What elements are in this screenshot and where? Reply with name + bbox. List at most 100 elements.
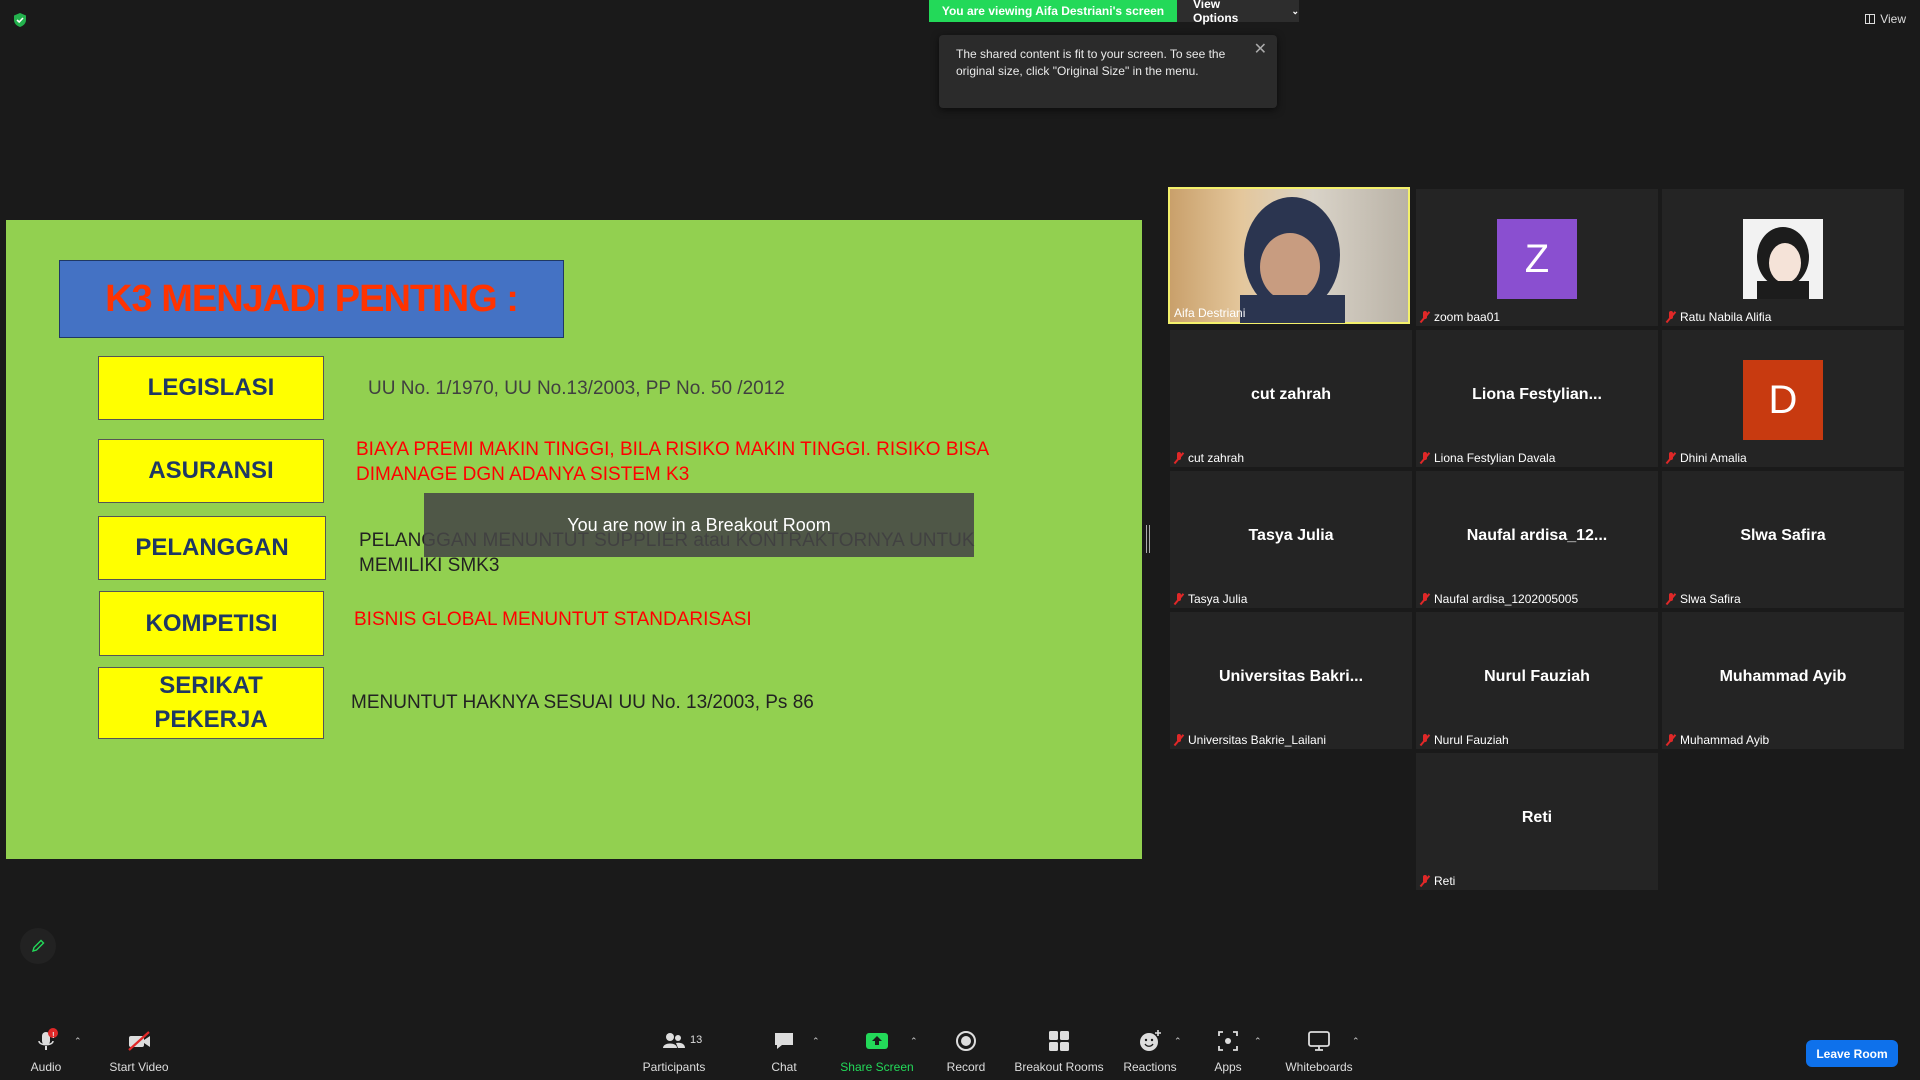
participant-tile[interactable]: Ratu Nabila Alifia [1662,189,1904,326]
fit-to-screen-tooltip: The shared content is fit to your screen… [939,35,1277,108]
mic-muted-icon [1174,593,1184,605]
participant-name: Liona Festylian Davala [1420,451,1555,465]
participant-name: Tasya Julia [1174,592,1247,606]
chevron-down-icon: ⌄ [1291,5,1299,16]
participant-display-name: Universitas Bakri... [1218,668,1364,685]
participant-tile[interactable]: Z zoom baa01 [1416,189,1658,326]
participant-display-name: cut zahrah [1250,386,1331,403]
participant-name: Nurul Fauziah [1420,733,1509,747]
share-screen-icon [866,1033,888,1049]
participant-tile[interactable]: Universitas Bakri... Universitas Bakrie_… [1170,612,1412,749]
mic-muted-icon [1420,734,1430,746]
annotate-button[interactable] [20,928,56,964]
participant-tile[interactable]: Slwa Safira Slwa Safira [1662,471,1904,608]
participants-button[interactable]: 13 Participants [638,1020,710,1080]
view-button[interactable]: View [1865,12,1906,26]
participant-tile[interactable]: cut zahrah cut zahrah [1170,330,1412,467]
view-label: View [1880,12,1906,26]
share-screen-button[interactable]: Share Screen [840,1020,914,1080]
apps-icon [1218,1031,1238,1051]
share-screen-label: Share Screen [840,1060,914,1074]
participant-tile[interactable]: Muhammad Ayib Muhammad Ayib [1662,612,1904,749]
record-button[interactable]: Record [942,1020,990,1080]
close-icon[interactable]: ✕ [1254,41,1267,58]
audio-button[interactable]: ! Audio [22,1020,70,1080]
reactions-button[interactable]: Reactions [1123,1020,1177,1080]
term-pelanggan: PELANGGAN [98,516,326,580]
mic-muted-icon [1666,311,1676,323]
panel-resize-handle[interactable] [1146,525,1150,553]
audio-options-caret[interactable]: ⌃ [74,1036,82,1047]
chat-icon [775,1033,793,1049]
reactions-options-caret[interactable]: ⌃ [1174,1036,1182,1047]
participant-tile[interactable]: Tasya Julia Tasya Julia [1170,471,1412,608]
chat-label: Chat [771,1060,797,1074]
participant-name: Naufal ardisa_1202005005 [1420,592,1578,606]
term-legislasi: LEGISLASI [98,356,324,420]
leave-room-button[interactable]: Leave Room [1806,1040,1898,1067]
participant-name: Aifa Destriani [1174,306,1246,320]
mic-muted-icon [1666,734,1676,746]
whiteboards-button[interactable]: Whiteboards [1282,1020,1356,1080]
participant-tile[interactable]: Nurul Fauziah Nurul Fauziah [1416,612,1658,749]
mic-muted-icon [1666,452,1676,464]
shield-icon[interactable] [12,12,28,28]
term-kompetisi: KOMPETISI [99,591,324,656]
mic-muted-icon [1174,452,1184,464]
whiteboard-icon [1308,1031,1330,1051]
audio-label: Audio [30,1060,62,1074]
start-video-label: Start Video [109,1060,169,1074]
avatar [1743,219,1823,299]
participant-name: Ratu Nabila Alifia [1666,310,1771,324]
avatar: Z [1497,219,1577,299]
reactions-label: Reactions [1123,1060,1177,1074]
whiteboards-label: Whiteboards [1285,1060,1353,1074]
breakout-rooms-button[interactable]: Breakout Rooms [1012,1020,1106,1080]
participant-tile[interactable]: Aifa Destriani [1168,187,1410,324]
pencil-icon [31,939,45,953]
avatar: D [1743,360,1823,440]
participant-display-name: Reti [1521,809,1553,826]
participant-display-name: Naufal ardisa_12... [1466,527,1608,544]
record-label: Record [946,1060,986,1074]
participant-tile[interactable]: D Dhini Amalia [1662,330,1904,467]
video-off-icon [128,1031,150,1051]
mic-muted-icon [1420,311,1430,323]
participants-label: Participants [642,1060,706,1074]
participant-tile[interactable]: Naufal ardisa_12... Naufal ardisa_120200… [1416,471,1658,608]
participant-name: zoom baa01 [1420,310,1500,324]
participant-display-name: Liona Festylian... [1472,386,1602,403]
participants-count: 13 [690,1034,703,1046]
participant-tile[interactable]: Liona Festylian... Liona Festylian Daval… [1416,330,1658,467]
start-video-button[interactable]: Start Video [104,1020,174,1080]
participant-tile[interactable]: Reti Reti [1416,753,1658,890]
meeting-toolbar: ! Audio ⌃ Start Video 13 Participants Ch… [0,1020,1920,1080]
view-options-button[interactable]: View Options ⌄ [1177,0,1299,25]
participant-name: Dhini Amalia [1666,451,1747,465]
share-options-caret[interactable]: ⌃ [910,1036,918,1047]
apps-options-caret[interactable]: ⌃ [1254,1036,1262,1047]
desc-asuransi: BIAYA PREMI MAKIN TINGGI, BILA RISIKO MA… [356,439,989,485]
viewing-screen-banner: You are viewing Aifa Destriani's screen [929,0,1177,22]
desc-legislasi: UU No. 1/1970, UU No.13/2003, PP No. 50 … [368,378,785,399]
apps-label: Apps [1214,1060,1242,1074]
breakout-rooms-label: Breakout Rooms [1014,1060,1104,1074]
participant-name: Universitas Bakrie_Lailani [1174,733,1326,747]
breakout-room-toast: You are now in a Breakout Room [424,493,974,557]
term-serikat-pekerja: SERIKAT PEKERJA [98,667,324,739]
view-options-label: View Options [1193,0,1239,25]
participant-name: Muhammad Ayib [1666,733,1769,747]
microphone-icon [38,1028,58,1050]
mic-muted-icon [1420,593,1430,605]
chat-button[interactable]: Chat [764,1020,804,1080]
participant-display-name: Slwa Safira [1740,527,1826,544]
participant-name: Reti [1420,874,1455,888]
record-icon [956,1031,976,1051]
whiteboards-options-caret[interactable]: ⌃ [1352,1036,1360,1047]
audio-badge: ! [52,1031,55,1040]
chat-options-caret[interactable]: ⌃ [812,1036,820,1047]
participant-video [1240,197,1345,323]
apps-button[interactable]: Apps [1208,1020,1248,1080]
mic-muted-icon [1666,593,1676,605]
term-asuransi: ASURANSI [98,439,324,503]
